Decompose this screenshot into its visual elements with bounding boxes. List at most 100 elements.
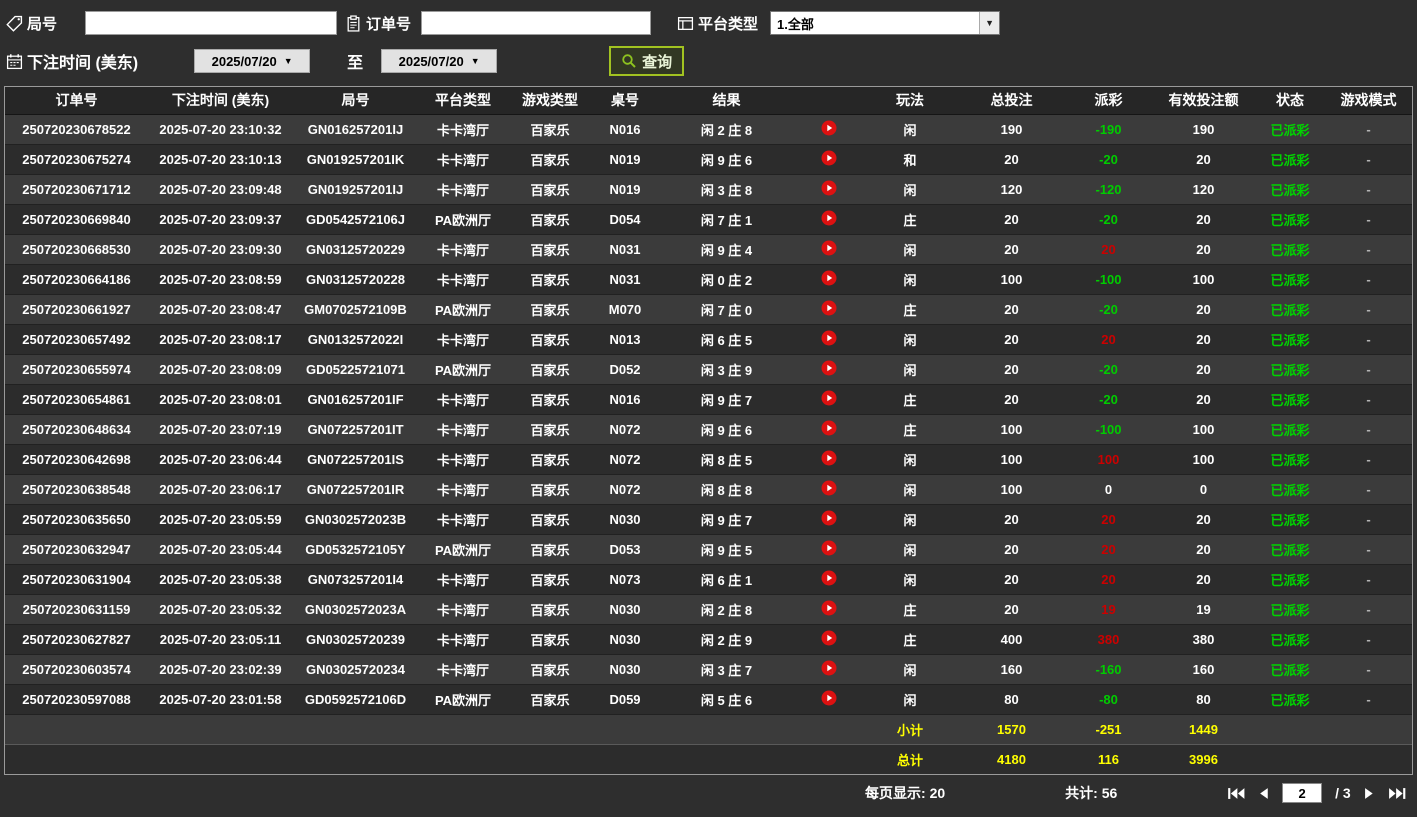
- cell-status: 已派彩: [1255, 534, 1325, 565]
- cell-bet-side: 闲: [862, 234, 958, 265]
- play-icon[interactable]: [821, 300, 837, 316]
- previous-page-button[interactable]: [1258, 787, 1269, 800]
- cell-order-number: 250720230668530: [5, 234, 148, 265]
- cell-table-number: N072: [592, 474, 658, 505]
- clipboard-icon: [345, 14, 362, 32]
- play-icon[interactable]: [821, 510, 837, 526]
- cell-status: 已派彩: [1255, 474, 1325, 505]
- table-row: 250720230654861 2025-07-20 23:08:01 GN01…: [5, 384, 1412, 415]
- cell-replay: [795, 264, 862, 295]
- cell-replay: [795, 654, 862, 685]
- first-page-button[interactable]: [1226, 787, 1246, 800]
- cell-round-number: GN072257201IS: [293, 444, 418, 475]
- table-row: 250720230661927 2025-07-20 23:08:47 GM07…: [5, 294, 1412, 325]
- cell-valid-bet: 100: [1152, 264, 1255, 295]
- last-page-button[interactable]: [1388, 787, 1408, 800]
- last-page-icon: [1388, 787, 1405, 799]
- round-number-input[interactable]: [85, 11, 338, 35]
- table-row: 250720230635650 2025-07-20 23:05:59 GN03…: [5, 504, 1412, 535]
- cell-order-number: 250720230654861: [5, 384, 148, 415]
- date-to-picker[interactable]: 2025/07/20 ▼: [381, 49, 498, 73]
- cell-order-number: 250720230657492: [5, 324, 148, 355]
- date-to-value: 2025/07/20: [398, 53, 464, 69]
- cell-valid-bet: 100: [1152, 444, 1255, 475]
- cell-game-type: 百家乐: [508, 564, 592, 595]
- cell-bet-time: 2025-07-20 23:05:11: [148, 624, 293, 655]
- cell-game-mode: -: [1325, 264, 1412, 295]
- total-label: 总计: [862, 743, 958, 774]
- pager-controls: / 3: [1226, 783, 1407, 803]
- cell-bet-side: 闲: [862, 684, 958, 715]
- play-icon[interactable]: [821, 690, 837, 706]
- cell-result: 闲 8 庄 8: [658, 474, 795, 505]
- cell-bet-time: 2025-07-20 23:01:58: [148, 684, 293, 715]
- cell-round-number: GN016257201IJ: [293, 114, 418, 145]
- play-icon[interactable]: [821, 420, 837, 436]
- platform-type-select[interactable]: 1.全部 ▼: [770, 11, 1001, 35]
- header-table-number: 桌号: [592, 87, 658, 115]
- cell-platform-type: 卡卡湾厅: [418, 234, 508, 265]
- header-game-type: 游戏类型: [508, 87, 592, 115]
- subtotal-spacer: [5, 713, 862, 744]
- cell-payout: 20: [1065, 324, 1152, 355]
- cell-total-bet: 190: [958, 114, 1065, 145]
- platform-selected-value: 1.全部: [777, 16, 814, 32]
- cell-table-number: N072: [592, 444, 658, 475]
- play-icon[interactable]: [821, 450, 837, 466]
- cell-order-number: 250720230642698: [5, 444, 148, 475]
- platform-filter-group: 平台类型 1.全部 ▼: [677, 11, 1001, 35]
- cell-bet-side: 闲: [862, 354, 958, 385]
- play-icon[interactable]: [821, 240, 837, 256]
- cell-result: 闲 9 庄 7: [658, 504, 795, 535]
- cell-platform-type: 卡卡湾厅: [418, 654, 508, 685]
- cell-game-type: 百家乐: [508, 354, 592, 385]
- cell-payout: 19: [1065, 594, 1152, 625]
- header-platform-type: 平台类型: [418, 87, 508, 115]
- cell-valid-bet: 20: [1152, 234, 1255, 265]
- play-icon[interactable]: [821, 390, 837, 406]
- cell-status: 已派彩: [1255, 204, 1325, 235]
- cell-valid-bet: 20: [1152, 384, 1255, 415]
- cell-table-number: N030: [592, 594, 658, 625]
- search-icon: [621, 53, 637, 69]
- cell-table-number: N030: [592, 654, 658, 685]
- table-row: 250720230603574 2025-07-20 23:02:39 GN03…: [5, 654, 1412, 685]
- date-from-picker[interactable]: 2025/07/20 ▼: [194, 49, 311, 73]
- play-icon[interactable]: [821, 120, 837, 136]
- search-button[interactable]: 查询: [609, 46, 685, 76]
- cell-game-type: 百家乐: [508, 384, 592, 415]
- play-icon[interactable]: [821, 540, 837, 556]
- cell-replay: [795, 204, 862, 235]
- table-row: 250720230642698 2025-07-20 23:06:44 GN07…: [5, 444, 1412, 475]
- cell-game-mode: -: [1325, 534, 1412, 565]
- play-icon[interactable]: [821, 270, 837, 286]
- header-bet-time: 下注时间 (美东): [148, 87, 293, 115]
- play-icon[interactable]: [821, 660, 837, 676]
- cell-bet-side: 和: [862, 144, 958, 175]
- cell-result: 闲 3 庄 7: [658, 654, 795, 685]
- pagination-bar: 每页显示: 20 共计: 56 / 3: [0, 775, 1417, 811]
- play-icon[interactable]: [821, 600, 837, 616]
- order-number-input[interactable]: [421, 11, 652, 35]
- cell-valid-bet: 20: [1152, 564, 1255, 595]
- play-icon[interactable]: [821, 180, 837, 196]
- cell-platform-type: 卡卡湾厅: [418, 324, 508, 355]
- cell-bet-time: 2025-07-20 23:06:44: [148, 444, 293, 475]
- cell-game-mode: -: [1325, 564, 1412, 595]
- cell-round-number: GN019257201IK: [293, 144, 418, 175]
- cell-table-number: N030: [592, 504, 658, 535]
- play-icon[interactable]: [821, 570, 837, 586]
- next-page-button[interactable]: [1364, 787, 1375, 800]
- cell-game-type: 百家乐: [508, 534, 592, 565]
- cell-platform-type: PA欧洲厅: [418, 204, 508, 235]
- play-icon[interactable]: [821, 360, 837, 376]
- play-icon[interactable]: [821, 150, 837, 166]
- page-input[interactable]: [1282, 783, 1323, 803]
- cell-valid-bet: 19: [1152, 594, 1255, 625]
- cell-bet-time: 2025-07-20 23:02:39: [148, 654, 293, 685]
- play-icon[interactable]: [821, 210, 837, 226]
- cell-total-bet: 20: [958, 594, 1065, 625]
- play-icon[interactable]: [821, 630, 837, 646]
- play-icon[interactable]: [821, 330, 837, 346]
- play-icon[interactable]: [821, 480, 837, 496]
